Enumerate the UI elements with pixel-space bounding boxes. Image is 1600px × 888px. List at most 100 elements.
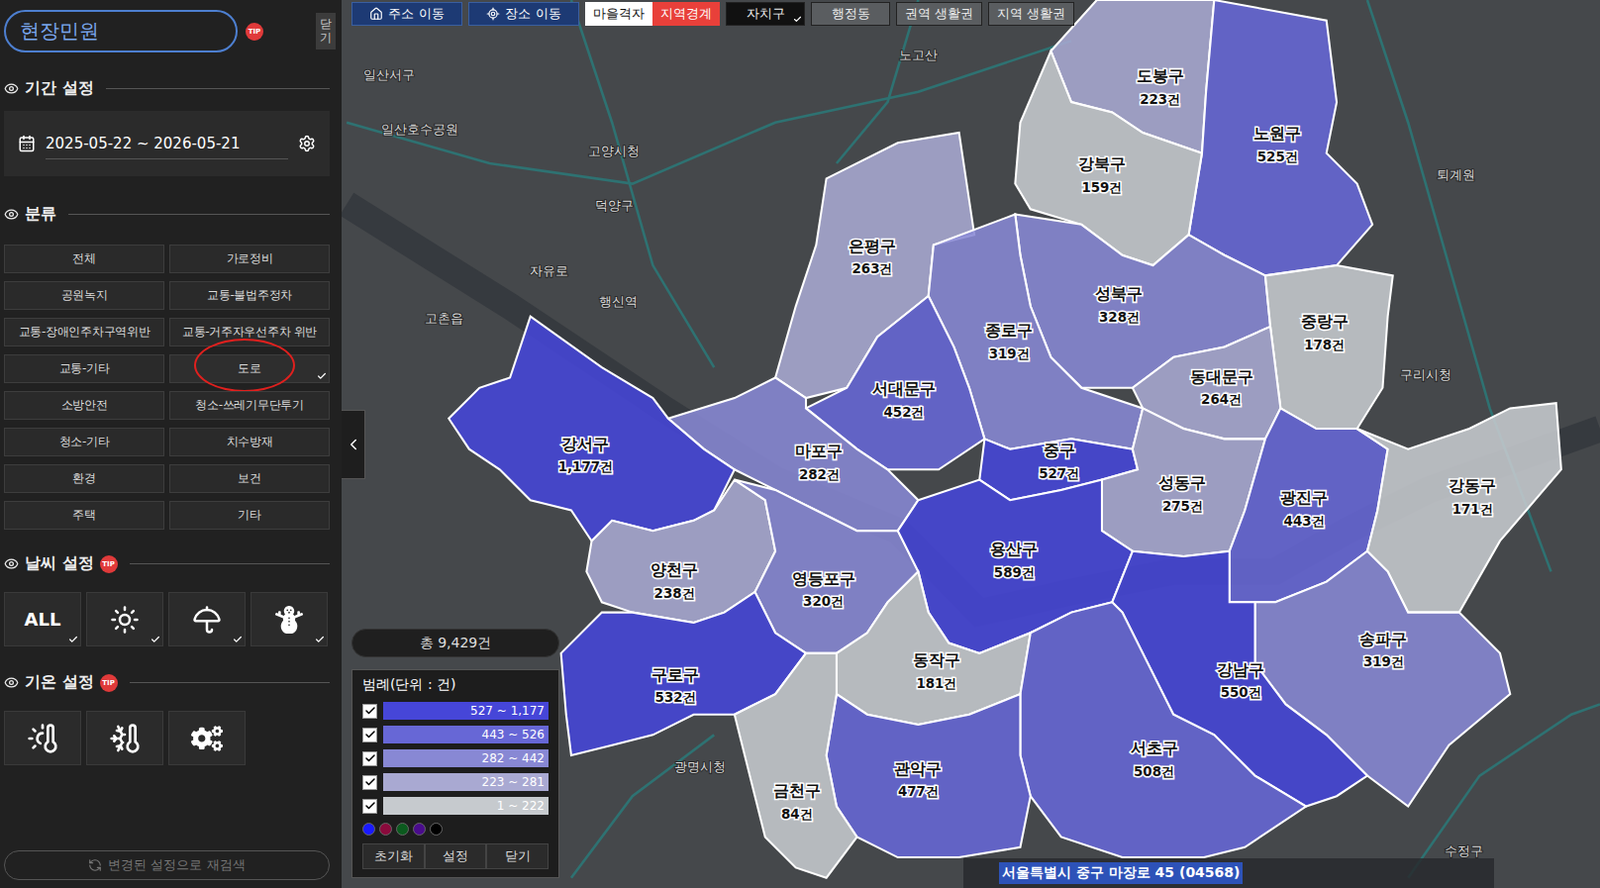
nav-button[interactable]: 주소 이동 [351,1,463,26]
legend-checkbox[interactable] [362,727,378,743]
district-area[interactable] [1265,265,1394,429]
category-button[interactable]: 교통-장애인주차구역위반 [3,317,165,347]
district-label: 양천구238건 [650,561,699,602]
legend-bar[interactable]: 527 ~ 1,177 [383,701,549,720]
snowman-icon [275,605,303,634]
palette-dot[interactable] [362,822,376,836]
district-label: 중랑구178건 [1300,311,1349,353]
layer-option[interactable]: 마을격자 [585,1,653,26]
temperature-button[interactable] [86,710,164,766]
category-button[interactable]: 보건 [169,464,330,494]
category-button[interactable]: 환경 [3,464,165,494]
legend-button[interactable]: 설정 [424,843,488,870]
check-icon [364,800,377,812]
gear-icon[interactable] [298,134,316,153]
nav-button[interactable]: 장소 이동 [468,1,580,26]
legend-bar[interactable]: 223 ~ 281 [383,773,549,792]
district-label: 종로구319건 [985,320,1033,362]
weather-button[interactable] [168,592,246,647]
district-count: 282건 [799,467,840,483]
category-button[interactable]: 공원녹지 [3,281,165,310]
category-button[interactable]: 주택 [3,500,165,530]
legend-button[interactable]: 초기화 [362,843,425,870]
district-count: 159건 [1081,180,1122,196]
date-range-field[interactable]: 2025-05-22 ~ 2026-05-21 [3,110,330,177]
district-count: 171건 [1452,501,1494,517]
title-field[interactable]: 현장민원 [3,9,238,53]
map-place-label: 일산호수공원 [381,121,459,137]
district-area[interactable] [734,653,858,879]
check-icon [68,634,79,645]
level-button[interactable]: 지역 생활권 [988,1,1075,26]
palette-dot[interactable] [429,822,443,836]
close-tab[interactable]: 닫기 [315,12,336,49]
section-icon [3,206,19,222]
category-button[interactable]: 교통-기타 [3,354,165,384]
category-button[interactable]: 청소-기타 [3,427,165,457]
level-button[interactable]: 권역 생활권 [896,1,983,26]
district-count: 178건 [1303,337,1345,353]
refresh-icon [88,858,102,873]
temperature-row [3,710,338,766]
category-button[interactable]: 가로정비 [169,244,330,274]
weather-button[interactable]: ALL [3,592,82,647]
district-label: 서초구508건 [1130,738,1179,780]
legend-checkbox[interactable] [362,775,378,791]
map-area[interactable]: 일산서구일산호수공원고양시청덕양구행신역자유로고촌읍노고산구리시청퇴계원광명시청… [341,0,1600,888]
category-button[interactable]: 소방안전 [3,391,165,420]
category-button[interactable]: 청소-쓰레기무단투기 [169,391,330,420]
district-area[interactable] [1019,601,1306,858]
weather-button[interactable] [86,592,164,647]
tip-badge[interactable]: TIP [100,674,118,693]
collapse-tab[interactable] [341,409,366,480]
temperature-button[interactable] [168,710,246,766]
category-button[interactable]: 교통-거주자우선주차 위반 [169,317,330,347]
level-button[interactable]: 행정동 [810,1,891,26]
district-name: 성북구 [1095,284,1143,303]
district-name: 구로구 [651,665,700,685]
cold-thermometer-icon [108,722,141,755]
district-area[interactable] [1189,0,1374,276]
category-button[interactable]: 기타 [169,500,330,530]
weather-button[interactable] [250,592,328,647]
palette-dot[interactable] [379,822,393,836]
section-title: 기간 설정 [3,78,338,100]
district-name: 강남구 [1216,660,1265,680]
palette-dot[interactable] [412,822,426,836]
map-place-label: 자유로 [529,263,569,279]
legend-bar[interactable]: 443 ~ 526 [383,725,549,744]
district-area[interactable] [826,694,1031,858]
layer-option[interactable]: 지역경계 [652,1,720,26]
level-button[interactable]: 자치구 [725,1,805,26]
category-button[interactable]: 전체 [3,244,165,274]
palette-dot[interactable] [396,822,409,836]
legend-buttons: 초기화설정닫기 [362,843,549,870]
section-icon [3,556,19,572]
legend-bar[interactable]: 1 ~ 222 [383,797,549,815]
chevron-left-icon [344,435,363,454]
category-button[interactable]: 교통-불법주정차 [169,281,330,310]
district-name: 성동구 [1158,473,1206,493]
check-icon [316,371,327,382]
map-place-label: 고양시청 [588,143,640,159]
district-count: 319건 [1363,654,1404,670]
legend-panel: 범례(단위 : 건)527 ~ 1,177443 ~ 526282 ~ 4422… [351,669,560,879]
category-button[interactable]: 도로 [169,354,330,384]
legend-checkbox[interactable] [362,799,378,814]
legend-button[interactable]: 닫기 [486,843,549,870]
section-rule [129,682,330,684]
district-area[interactable] [448,316,735,542]
roads [346,0,1600,879]
research-button[interactable]: 변경된 설정으로 재검색 [3,850,330,881]
district-count: 527건 [1038,466,1080,482]
legend-checkbox[interactable] [362,703,378,719]
tip-badge[interactable]: TIP [100,555,118,574]
sidebar-header: 현장민원 TIP 닫기 [3,9,338,53]
map-place-label: 수정구 [1444,843,1484,859]
category-button[interactable]: 치수방재 [169,427,330,457]
legend-checkbox[interactable] [362,751,378,767]
district-count: 328건 [1099,309,1140,325]
tip-badge[interactable]: TIP [245,22,264,41]
temperature-button[interactable] [3,710,82,766]
legend-bar[interactable]: 282 ~ 442 [383,749,549,768]
